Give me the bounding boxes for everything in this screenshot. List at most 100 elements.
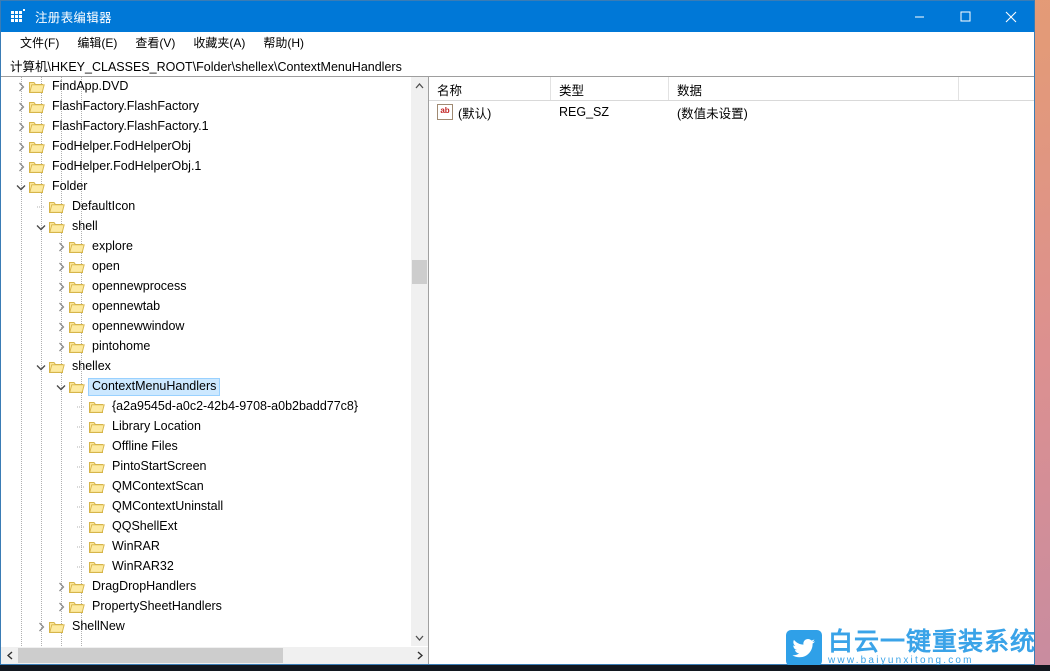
tree-body: FindApp.DVDFlashFactory.FlashFactoryFlas… xyxy=(1,77,428,646)
folder-icon xyxy=(89,440,105,454)
values-list[interactable]: ab (默认) REG_SZ (数值未设置) xyxy=(429,101,1034,664)
chevron-left-icon[interactable] xyxy=(1,647,18,664)
tree-item[interactable]: opennewprocess xyxy=(1,277,410,297)
chevron-right-icon[interactable] xyxy=(13,99,29,115)
folder-icon xyxy=(89,520,105,534)
tree-item[interactable]: DragDropHandlers xyxy=(1,577,410,597)
close-icon[interactable] xyxy=(988,1,1034,32)
tree-item[interactable]: {a2a9545d-a0c2-42b4-9708-a0b2badd77c8} xyxy=(1,397,410,417)
tree-leaf-connector xyxy=(73,419,89,435)
tree-vertical-scrollbar[interactable] xyxy=(410,77,428,646)
folder-icon xyxy=(49,360,65,374)
title-bar: 注册表编辑器 xyxy=(1,1,1034,32)
chevron-right-icon[interactable] xyxy=(53,259,69,275)
chevron-right-icon[interactable] xyxy=(13,79,29,95)
chevron-down-icon[interactable] xyxy=(33,219,49,235)
folder-icon xyxy=(69,580,85,594)
tree-item-label: Folder xyxy=(48,178,91,196)
menu-edit[interactable]: 编辑(E) xyxy=(68,32,126,54)
folder-icon xyxy=(49,620,65,634)
chevron-right-icon[interactable] xyxy=(13,159,29,175)
tree-item-label: Library Location xyxy=(108,418,205,436)
registry-tree[interactable]: FindApp.DVDFlashFactory.FlashFactoryFlas… xyxy=(1,77,410,646)
menu-file[interactable]: 文件(F) xyxy=(11,32,68,54)
folder-icon xyxy=(29,100,45,114)
address-bar[interactable]: 计算机\HKEY_CLASSES_ROOT\Folder\shellex\Con… xyxy=(1,54,1034,77)
chevron-right-icon[interactable] xyxy=(13,119,29,135)
tree-item[interactable]: explore xyxy=(1,237,410,257)
tree-item[interactable]: QMContextUninstall xyxy=(1,497,410,517)
chevron-down-icon[interactable] xyxy=(13,179,29,195)
tree-item[interactable]: WinRAR xyxy=(1,537,410,557)
menu-view[interactable]: 查看(V) xyxy=(126,32,184,54)
tree-horizontal-scrollbar[interactable] xyxy=(1,646,428,664)
column-header-type[interactable]: 类型 xyxy=(551,77,669,100)
tree-item[interactable]: QMContextScan xyxy=(1,477,410,497)
chevron-down-icon[interactable] xyxy=(411,629,428,646)
column-header-data[interactable]: 数据 xyxy=(669,77,959,100)
tree-vscroll-track[interactable] xyxy=(411,94,428,629)
tree-item[interactable]: pintohome xyxy=(1,337,410,357)
folder-icon xyxy=(89,400,105,414)
tree-item[interactable]: FodHelper.FodHelperObj.1 xyxy=(1,157,410,177)
chevron-right-icon[interactable] xyxy=(53,339,69,355)
tree-item[interactable]: FodHelper.FodHelperObj xyxy=(1,137,410,157)
folder-icon xyxy=(49,200,65,214)
tree-item[interactable]: Folder xyxy=(1,177,410,197)
maximize-icon[interactable] xyxy=(942,1,988,32)
tree-item-label: QQShellExt xyxy=(108,518,181,536)
tree-hscroll-track[interactable] xyxy=(18,647,411,664)
tree-item[interactable]: opennewwindow xyxy=(1,317,410,337)
tree-vscroll-thumb[interactable] xyxy=(412,260,427,284)
tree-item-label: shell xyxy=(68,218,102,236)
tree-item[interactable]: Offline Files xyxy=(1,437,410,457)
chevron-down-icon[interactable] xyxy=(53,379,69,395)
minimize-icon[interactable] xyxy=(896,1,942,32)
chevron-right-icon[interactable] xyxy=(411,647,428,664)
tree-leaf-connector xyxy=(73,559,89,575)
tree-item-selected[interactable]: ContextMenuHandlers xyxy=(1,377,410,397)
column-header-name[interactable]: 名称 xyxy=(429,77,551,100)
value-name: (默认) xyxy=(458,103,491,122)
tree-item[interactable]: shellex xyxy=(1,357,410,377)
chevron-right-icon[interactable] xyxy=(53,599,69,615)
tree-item-label: PropertySheetHandlers xyxy=(88,598,226,616)
tree-item-label: FindApp.DVD xyxy=(48,78,132,96)
tree-item[interactable]: DefaultIcon xyxy=(1,197,410,217)
tree-item[interactable]: FlashFactory.FlashFactory.1 xyxy=(1,117,410,137)
chevron-right-icon[interactable] xyxy=(53,579,69,595)
tree-item[interactable]: PropertySheetHandlers xyxy=(1,597,410,617)
tree-item[interactable]: ShellNew xyxy=(1,617,410,637)
table-row[interactable]: ab (默认) REG_SZ (数值未设置) xyxy=(429,101,1034,123)
tree-item[interactable]: WinRAR32 xyxy=(1,557,410,577)
chevron-up-icon[interactable] xyxy=(411,77,428,94)
menu-bar: 文件(F) 编辑(E) 查看(V) 收藏夹(A) 帮助(H) xyxy=(1,32,1034,54)
chevron-right-icon[interactable] xyxy=(33,619,49,635)
value-data-cell: (数值未设置) xyxy=(669,103,959,122)
tree-item-label: QMContextUninstall xyxy=(108,498,227,516)
menu-favorites[interactable]: 收藏夹(A) xyxy=(184,32,254,54)
tree-item[interactable]: FindApp.DVD xyxy=(1,77,410,97)
tree-item-label: explore xyxy=(88,238,137,256)
tree-item-label: {a2a9545d-a0c2-42b4-9708-a0b2badd77c8} xyxy=(108,398,362,416)
column-header-filler xyxy=(959,77,1034,100)
tree-item[interactable]: QQShellExt xyxy=(1,517,410,537)
tree-item[interactable]: Library Location xyxy=(1,417,410,437)
tree-item[interactable]: shell xyxy=(1,217,410,237)
window-title: 注册表编辑器 xyxy=(35,7,896,26)
chevron-right-icon[interactable] xyxy=(53,319,69,335)
chevron-right-icon[interactable] xyxy=(13,139,29,155)
menu-help[interactable]: 帮助(H) xyxy=(254,32,313,54)
chevron-right-icon[interactable] xyxy=(53,299,69,315)
chevron-down-icon[interactable] xyxy=(33,359,49,375)
tree-item-label: WinRAR32 xyxy=(108,558,178,576)
registry-editor-window: 注册表编辑器 文件(F) 编辑(E) 查看(V) 收藏夹(A) 帮助(H) 计算… xyxy=(0,0,1035,665)
tree-item-label: FodHelper.FodHelperObj xyxy=(48,138,195,156)
tree-item[interactable]: opennewtab xyxy=(1,297,410,317)
tree-item[interactable]: open xyxy=(1,257,410,277)
chevron-right-icon[interactable] xyxy=(53,239,69,255)
tree-item[interactable]: PintoStartScreen xyxy=(1,457,410,477)
tree-hscroll-thumb[interactable] xyxy=(18,648,283,663)
chevron-right-icon[interactable] xyxy=(53,279,69,295)
tree-item[interactable]: FlashFactory.FlashFactory xyxy=(1,97,410,117)
